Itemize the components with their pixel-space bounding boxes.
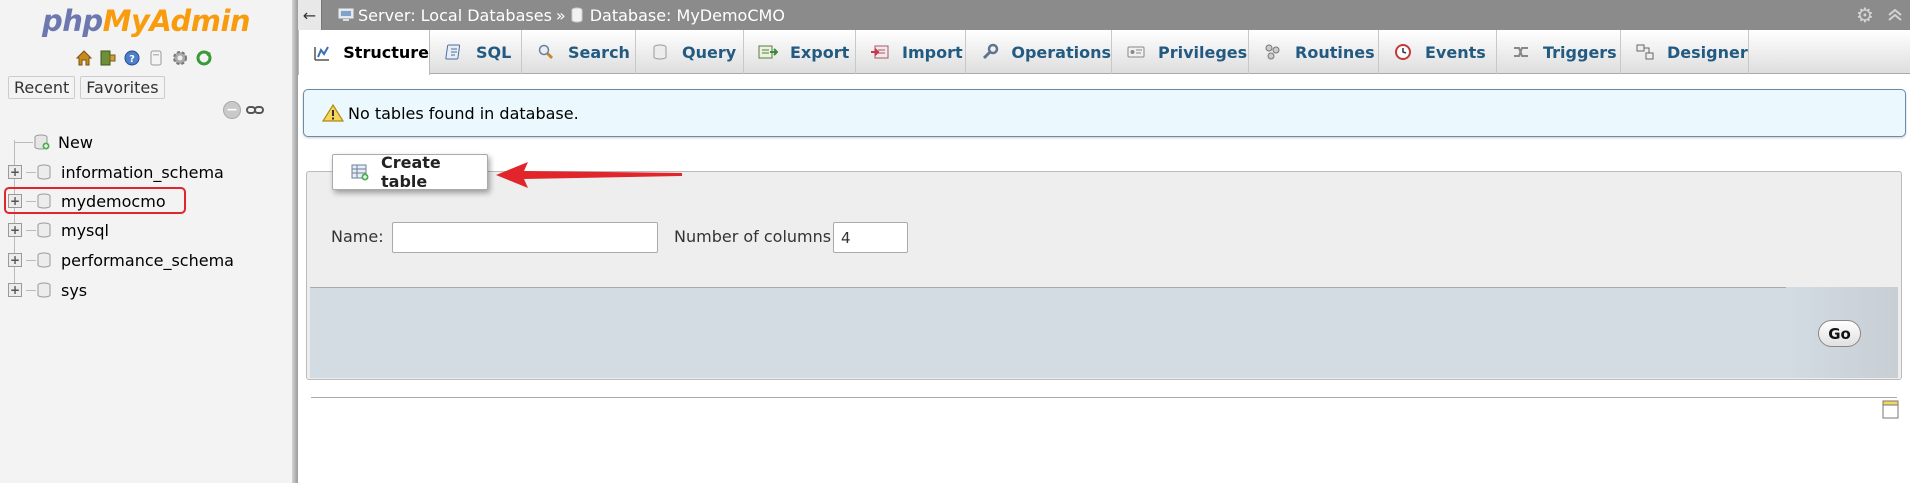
create-table-icon [351, 163, 369, 181]
database-icon [37, 222, 51, 238]
tab-import[interactable]: Import [856, 30, 966, 74]
export-icon [758, 42, 778, 62]
settings-gear-icon[interactable]: ⚙ [1854, 4, 1876, 26]
expand-icon[interactable]: + [8, 283, 22, 297]
clock-icon [1393, 42, 1413, 62]
tree-item-sys[interactable]: + sys [8, 278, 87, 302]
create-table-legend: Create table [332, 153, 488, 191]
collapse-all-button[interactable]: − [223, 101, 241, 119]
tree-item-information-schema[interactable]: + information_schema [8, 160, 224, 184]
create-table-footer [310, 287, 1898, 378]
docs-icon[interactable] [146, 48, 166, 68]
routines-icon [1263, 42, 1283, 62]
tab-events[interactable]: Events [1379, 30, 1497, 74]
tab-export[interactable]: Export [744, 30, 856, 74]
tab-search[interactable]: Search [522, 30, 636, 74]
divider [311, 397, 1897, 398]
gear-icon[interactable] [170, 48, 190, 68]
tree-label-new: New [58, 132, 93, 152]
server-icon [338, 7, 354, 23]
back-arrow-icon: ← [302, 5, 317, 25]
database-icon [570, 7, 586, 23]
nav-icon-bar: ? [74, 48, 214, 68]
privileges-icon [1126, 42, 1146, 62]
console-icon[interactable] [1882, 400, 1899, 419]
back-button[interactable]: ← [298, 0, 322, 30]
designer-icon [1635, 42, 1655, 62]
import-icon [870, 42, 890, 62]
svg-text:?: ? [129, 54, 135, 65]
tab-sql[interactable]: SQL [430, 30, 522, 74]
query-icon [650, 42, 670, 62]
logo-myadmin: MyAdmin [102, 4, 251, 38]
tab-designer[interactable]: Designer [1621, 30, 1749, 74]
table-name-label: Name: [331, 227, 384, 246]
database-icon [37, 282, 51, 298]
tree-item-performance-schema[interactable]: + performance_schema [8, 248, 234, 272]
nav-tab-recent[interactable]: Recent [8, 76, 76, 99]
nav-tabs: Recent Favorites [8, 76, 165, 99]
structure-icon [313, 43, 331, 63]
help-icon[interactable]: ? [122, 48, 142, 68]
expand-icon[interactable]: + [8, 165, 22, 179]
navigation-panel: phpMyAdmin ? Recent Favorites − New + in… [0, 0, 296, 483]
create-table-label: Create table [381, 153, 441, 191]
tab-triggers[interactable]: Triggers [1497, 30, 1621, 74]
wrench-icon [980, 42, 999, 62]
tree-label-mysql: mysql [61, 220, 109, 240]
new-database-icon [34, 134, 50, 150]
tree-item-new[interactable]: New [8, 130, 93, 154]
red-arrow-annotation [496, 162, 682, 188]
expand-icon[interactable]: + [8, 223, 22, 237]
tree-label-performance-schema: performance_schema [61, 250, 234, 270]
tab-structure[interactable]: Structure [298, 30, 430, 75]
database-icon [37, 164, 51, 180]
nav-tab-favorites[interactable]: Favorites [80, 76, 165, 99]
tree-label-sys: sys [61, 280, 88, 300]
logo-php: php [42, 4, 103, 38]
tree-item-mysql[interactable]: + mysql [8, 218, 109, 242]
database-icon [37, 252, 51, 268]
reload-icon[interactable] [194, 48, 214, 68]
go-button[interactable]: Go [1818, 320, 1861, 347]
number-of-columns-label: Number of columns: [674, 227, 837, 246]
breadcrumb: Server: Local Databases » Database: MyDe… [338, 0, 785, 30]
logout-icon[interactable] [98, 48, 118, 68]
tab-privileges[interactable]: Privileges [1112, 30, 1249, 74]
notice-message: No tables found in database. [303, 89, 1906, 137]
breadcrumb-server[interactable]: Server: Local Databases [358, 6, 552, 25]
warning-icon [321, 103, 345, 123]
table-name-input[interactable] [392, 222, 658, 253]
highlight-box [4, 187, 186, 214]
main-tab-bar: Structure SQL Search Query Export Import [298, 30, 1910, 75]
breadcrumb-separator: » [555, 5, 566, 25]
expand-icon[interactable]: + [8, 253, 22, 267]
tree-label-information-schema: information_schema [61, 162, 224, 182]
notice-text: No tables found in database. [348, 103, 579, 123]
search-icon [536, 42, 556, 62]
server-breadcrumb-bar: ← Server: Local Databases » Database: My… [298, 0, 1910, 30]
number-of-columns-input[interactable] [833, 222, 908, 253]
collapse-symbol: − [226, 102, 238, 118]
link-with-main-icon[interactable] [246, 104, 264, 116]
breadcrumb-database[interactable]: Database: MyDemoCMO [590, 6, 785, 25]
tab-query[interactable]: Query [636, 30, 744, 74]
tab-routines[interactable]: Routines [1249, 30, 1379, 74]
home-icon[interactable] [74, 48, 94, 68]
phpmyadmin-logo[interactable]: phpMyAdmin [42, 4, 251, 38]
triggers-icon [1511, 42, 1531, 62]
tab-operations[interactable]: Operations [966, 30, 1112, 74]
collapse-top-icon[interactable] [1884, 4, 1906, 26]
sql-icon [444, 42, 464, 62]
